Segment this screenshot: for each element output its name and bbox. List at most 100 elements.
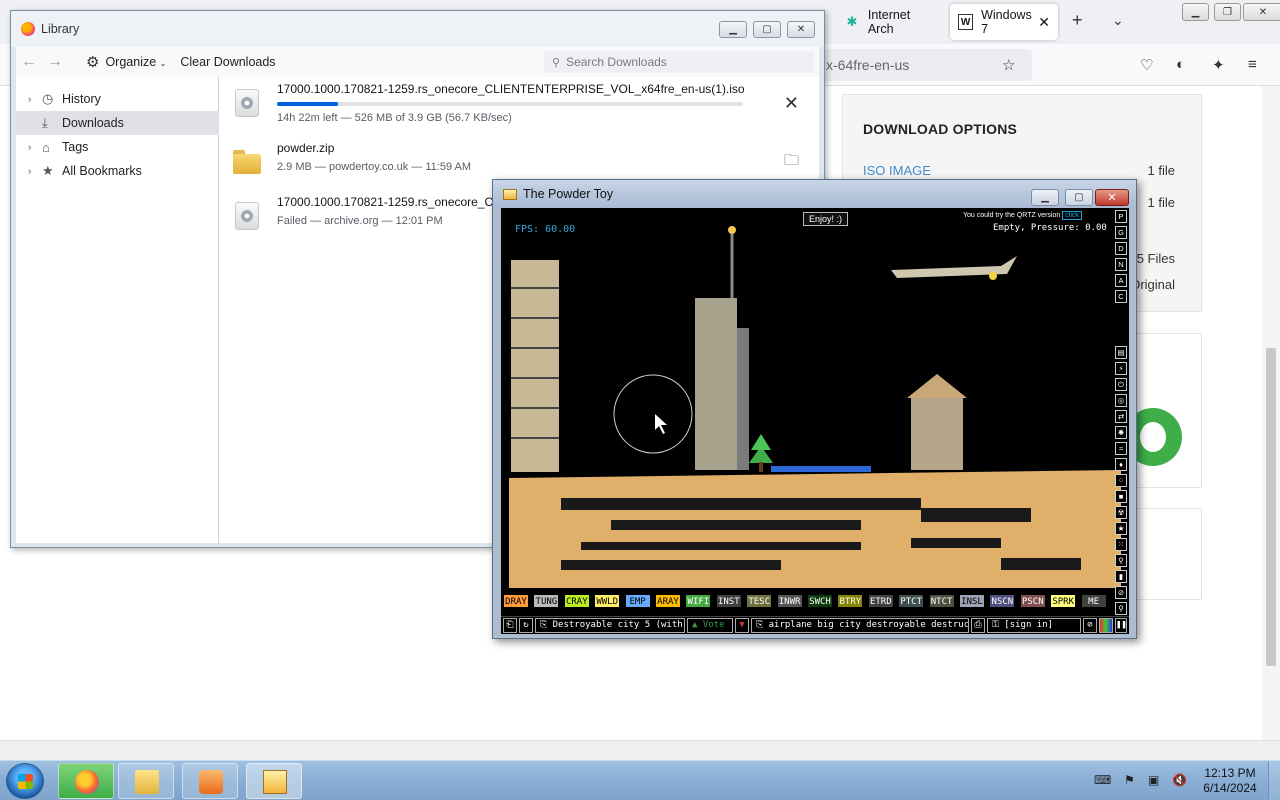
pause-icon[interactable]: ❚❚	[1115, 618, 1127, 633]
sidebar-item-downloads[interactable]: ⤓ Downloads	[16, 111, 219, 135]
menu-button-g[interactable]: G	[1115, 226, 1127, 239]
render-mode-icon[interactable]	[1099, 618, 1113, 633]
element-button-me[interactable]: ME	[1080, 594, 1107, 608]
hint-click-button[interactable]: click	[1062, 211, 1082, 220]
close-button[interactable]: ✕	[787, 21, 815, 38]
show-desktop-button[interactable]	[1268, 761, 1280, 800]
category-life-icon[interactable]: ⁙	[1115, 538, 1127, 551]
cancel-download-icon[interactable]: ✕	[784, 93, 799, 114]
menu-icon[interactable]: ≡	[1248, 56, 1257, 73]
menu-button-n[interactable]: N	[1115, 258, 1127, 271]
category-solids-icon[interactable]: ■	[1115, 490, 1127, 503]
element-button-pscn[interactable]: PSCN	[1019, 594, 1046, 608]
category-sensors-icon[interactable]: ◎	[1115, 394, 1127, 407]
save-description-button[interactable]: ⎘ airplane big city destroyable destruct…	[751, 618, 969, 633]
category-favorites-icon[interactable]: ▮	[1115, 570, 1127, 583]
element-button-tesc[interactable]: TESC	[746, 594, 773, 608]
search-input[interactable]: ⚲ Search Downloads	[544, 51, 814, 73]
element-button-swch[interactable]: SWCH	[807, 594, 833, 608]
system-clock[interactable]: 12:13 PM 6/14/2024	[1200, 766, 1260, 796]
clear-downloads-button[interactable]: Clear Downloads	[180, 55, 275, 69]
category-special-icon[interactable]: ★	[1115, 522, 1127, 535]
category-walls-icon[interactable]: ▤	[1115, 346, 1127, 359]
category-gases-icon[interactable]: ≈	[1115, 442, 1127, 455]
scrollbar-thumb[interactable]	[1266, 348, 1276, 666]
new-tab-icon[interactable]: +	[1072, 10, 1083, 31]
action-center-flag-icon[interactable]: ⚑	[1124, 773, 1135, 787]
menu-button-p[interactable]: P	[1115, 210, 1127, 223]
menu-button-a[interactable]: A	[1115, 274, 1127, 287]
open-save-icon[interactable]: ⎗	[503, 618, 517, 633]
close-tab-icon[interactable]: ✕	[1038, 14, 1050, 31]
organize-button[interactable]: Organize ⌄	[105, 55, 166, 69]
taskbar-firefox[interactable]	[58, 763, 114, 799]
network-icon[interactable]: ▣	[1148, 773, 1159, 787]
clear-sim-icon[interactable]: ⊘	[1083, 618, 1097, 633]
download-option-row[interactable]: ISO IMAGE 1 file	[863, 163, 1175, 178]
category-liquids-icon[interactable]: ♦	[1115, 458, 1127, 471]
category-tools-icon[interactable]: ⚲	[1115, 554, 1127, 567]
page-scrollbar[interactable]	[1262, 86, 1280, 740]
pocket-icon[interactable]: ♡	[1140, 56, 1153, 74]
element-button-insl[interactable]: INSL	[959, 594, 985, 608]
element-button-wwld[interactable]: WWLD	[594, 594, 621, 608]
element-button-nscn[interactable]: NSCN	[989, 594, 1016, 608]
expand-icon[interactable]: ›	[28, 166, 42, 177]
sign-in-button[interactable]: ⚿ [sign in]	[987, 618, 1081, 633]
sidebar-item-tags[interactable]: › ⌂ Tags	[16, 135, 219, 159]
element-button-btry[interactable]: BTRY	[837, 594, 864, 608]
enjoy-message-button[interactable]: Enjoy! :)	[803, 212, 849, 226]
bookmark-star-icon[interactable]: ☆	[1002, 56, 1015, 74]
category-radioactive-icon[interactable]: ☢	[1115, 506, 1127, 519]
menu-button-c[interactable]: C	[1115, 290, 1127, 303]
category-electronics-icon[interactable]: ⚡	[1115, 362, 1127, 375]
element-button-inwr[interactable]: INWR	[776, 594, 803, 608]
extensions-icon[interactable]: ✦	[1212, 56, 1225, 74]
category-force-icon[interactable]: ⇄	[1115, 410, 1127, 423]
minimize-button[interactable]: ▁	[719, 21, 747, 38]
category-powered-icon[interactable]: ⏻	[1115, 378, 1127, 391]
account-icon[interactable]: ◐	[1176, 56, 1185, 73]
element-button-tung[interactable]: TUNG	[533, 594, 560, 608]
category-powders-icon[interactable]: ⁘	[1115, 474, 1127, 487]
url-bar[interactable]: x-64fre-en-us	[810, 49, 1032, 81]
menu-button-d[interactable]: D	[1115, 242, 1127, 255]
download-option-label[interactable]: ISO IMAGE	[863, 163, 931, 178]
category-decoration-icon[interactable]: ⊘	[1115, 586, 1127, 599]
forward-arrow-icon[interactable]: →	[42, 53, 68, 71]
vote-up-button[interactable]: ▲ Vote	[687, 618, 733, 633]
tab-windows-7[interactable]: W Windows 7 ✕	[950, 4, 1058, 40]
maximize-button[interactable]: ▢	[1065, 189, 1093, 206]
minimize-button[interactable]: ▁	[1182, 3, 1209, 21]
taskbar-powder-toy[interactable]	[246, 763, 302, 799]
reload-icon[interactable]: ↻	[519, 618, 533, 633]
close-button[interactable]: ✕	[1095, 189, 1129, 206]
element-button-aray[interactable]: ARAY	[655, 594, 681, 608]
start-button[interactable]	[6, 763, 44, 799]
element-button-ptct[interactable]: PTCT	[898, 594, 925, 608]
sidebar-item-all-bookmarks[interactable]: › ★ All Bookmarks	[16, 159, 219, 183]
taskbar-media-player[interactable]	[182, 763, 238, 799]
volume-muted-icon[interactable]: 🔇	[1172, 773, 1187, 787]
simulation-canvas[interactable]: FPS: 60.00 Enjoy! :) You could try the Q…	[501, 208, 1129, 634]
expand-icon[interactable]: ›	[28, 142, 42, 153]
category-explosives-icon[interactable]: ✺	[1115, 426, 1127, 439]
element-button-sprk[interactable]: SPRK	[1050, 594, 1077, 608]
restore-button[interactable]: ❐	[1214, 3, 1241, 21]
element-button-wifi[interactable]: WIFI	[685, 594, 712, 608]
category-search-icon[interactable]: ⚲	[1115, 602, 1127, 615]
vote-down-icon[interactable]: ▼	[735, 618, 749, 633]
tab-internet-archive[interactable]: ✱ Internet Arch	[836, 4, 946, 40]
taskbar-explorer[interactable]	[118, 763, 174, 799]
save-name-button[interactable]: ⎘ Destroyable city 5 (with...	[535, 618, 685, 633]
element-button-inst[interactable]: INST	[715, 594, 742, 608]
open-folder-icon[interactable]: 🗀	[784, 150, 799, 175]
element-button-cray[interactable]: CRAY	[563, 594, 590, 608]
chevron-down-icon[interactable]: ⌄	[1112, 12, 1124, 29]
keyboard-icon[interactable]: ⌨	[1094, 773, 1111, 787]
element-button-etrd[interactable]: ETRD	[867, 594, 894, 608]
expand-icon[interactable]: ›	[28, 94, 42, 105]
element-button-emp[interactable]: EMP	[624, 594, 651, 608]
back-arrow-icon[interactable]: ←	[16, 53, 42, 71]
maximize-button[interactable]: ▢	[753, 21, 781, 38]
